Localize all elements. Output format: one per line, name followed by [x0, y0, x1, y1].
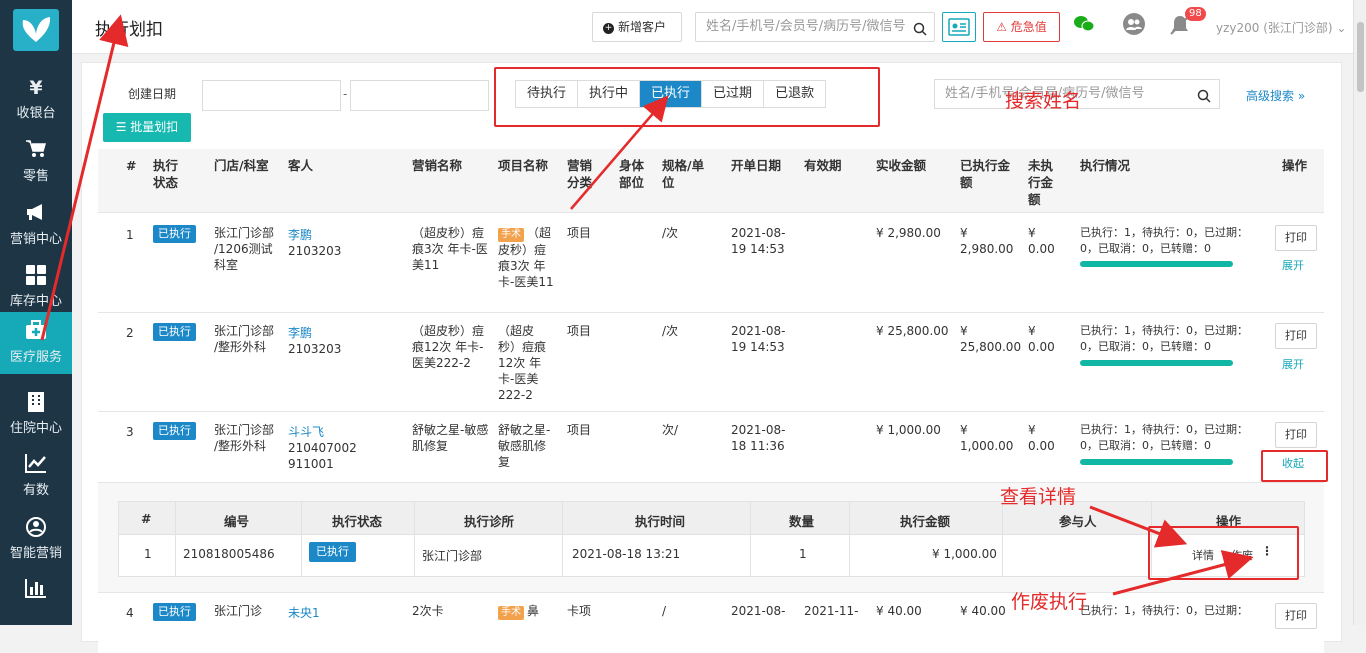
- col-marketing: 营销名称: [412, 158, 463, 173]
- annotation-search-name: 搜索姓名: [1005, 90, 1082, 112]
- status-badge: 已执行: [309, 542, 356, 562]
- surgery-tag: 手术: [498, 606, 524, 620]
- col-paid: 实收金额: [876, 158, 927, 173]
- search-icon[interactable]: [1197, 86, 1211, 114]
- users-icon[interactable]: [1122, 12, 1146, 39]
- detail-table-header: # 编号 执行状态 执行诊所 执行时间 数量 执行金额 参与人 操作: [119, 502, 1304, 535]
- search-icon[interactable]: [913, 19, 927, 47]
- customer-link[interactable]: 李鹏: [288, 325, 312, 341]
- megaphone-icon: [0, 202, 72, 226]
- execution-detail-area: # 编号 执行状态 执行诊所 执行时间 数量 执行金额 参与人 操作 1 210…: [98, 483, 1324, 593]
- page-title: 执行划扣: [95, 20, 163, 40]
- sidebar-item-cashier[interactable]: ¥ 收银台: [0, 68, 72, 130]
- col-body: 身体部位: [619, 158, 645, 190]
- expand-link[interactable]: 展开: [1282, 356, 1304, 372]
- expand-link[interactable]: 展开: [1282, 257, 1304, 273]
- user-menu[interactable]: yzy200 (张江门诊部) ⌄: [1216, 19, 1346, 36]
- yen-icon: ¥: [29, 77, 43, 99]
- status-badge: 已执行: [153, 422, 196, 440]
- warning-icon: ⚠: [996, 20, 1007, 34]
- col-executed: 已执行金额: [960, 158, 1011, 190]
- table-row: 4 已执行 张江门诊 未央1 2次卡 手术鼻 卡项 / 2021-08- 202…: [98, 593, 1324, 653]
- execution-code: 210818005486: [183, 547, 275, 561]
- table-row: 2 已执行 张江门诊部 /整形外科 李鹏 2103203 （超皮秒）痘痕12次 …: [98, 313, 1324, 412]
- sidebar-item-marketing[interactable]: 营销中心: [0, 194, 72, 256]
- grid-icon: [0, 264, 72, 288]
- col-actions: 操作: [1282, 158, 1308, 173]
- sidebar-item-smart-marketing[interactable]: 智能营销: [0, 508, 72, 570]
- col-index: #: [126, 158, 137, 173]
- print-button[interactable]: 打印: [1275, 603, 1317, 629]
- plus-icon: +: [603, 23, 614, 34]
- execution-progress-bar: [1080, 360, 1233, 366]
- customer-link[interactable]: 未央1: [288, 605, 320, 621]
- butterfly-icon: [22, 17, 51, 42]
- table-row: 1 已执行 张江门诊部 /1206测试科室 李鹏 2103203 （超皮秒）痘痕…: [98, 213, 1324, 313]
- print-button[interactable]: 打印: [1275, 323, 1317, 349]
- trend-icon: [0, 453, 72, 477]
- customer-link[interactable]: 李鹏: [288, 227, 312, 243]
- notification-badge: 98: [1185, 7, 1206, 21]
- date-separator: -: [343, 87, 348, 101]
- id-card-button[interactable]: [942, 12, 976, 42]
- col-valid: 有效期: [804, 158, 842, 173]
- double-chevron-down-icon: »: [1297, 89, 1306, 103]
- medical-kit-icon: [0, 320, 72, 344]
- database-icon: ☰: [115, 120, 127, 134]
- actions-highlight-box: [1148, 526, 1299, 580]
- sidebar-item-data[interactable]: 有数: [0, 445, 72, 507]
- status-badge: 已执行: [153, 225, 196, 243]
- start-date-input[interactable]: [202, 80, 341, 111]
- tabs-highlight-box: [494, 67, 880, 127]
- table-header: # 执行状态 门店/科室 客人 营销名称 项目名称 营销分类 身体部位 规格/单…: [98, 149, 1324, 213]
- id-card-icon: [948, 18, 970, 36]
- robot-icon: [0, 516, 72, 540]
- execution-progress-bar: [1080, 261, 1233, 267]
- new-customer-button[interactable]: + 新增客户: [592, 12, 682, 42]
- print-button[interactable]: 打印: [1275, 422, 1317, 448]
- execution-progress-bar: [1080, 459, 1233, 465]
- sidebar: ¥ 收银台 零售 营销中心 库存中心 医疗服务 住院中心 有数 智能营销: [0, 0, 72, 625]
- col-unexecuted: 未执行金额: [1028, 158, 1054, 207]
- table-row: 3 已执行 张江门诊部 /整形外科 斗斗飞 210407002911001 舒敏…: [98, 412, 1324, 483]
- end-date-input[interactable]: [350, 80, 489, 111]
- page-scrollbar[interactable]: [1353, 0, 1366, 625]
- customer-link[interactable]: 斗斗飞: [288, 424, 324, 440]
- building-icon: [0, 391, 72, 415]
- critical-value-button[interactable]: ⚠ 危急值: [983, 12, 1060, 42]
- col-unit: 规格/单位: [662, 158, 705, 190]
- status-badge: 已执行: [153, 323, 196, 341]
- col-project: 项目名称: [498, 158, 549, 173]
- sidebar-item-inpatient[interactable]: 住院中心: [0, 383, 72, 445]
- create-date-label: 创建日期: [128, 87, 177, 101]
- col-date: 开单日期: [731, 158, 782, 173]
- annotation-view-detail: 查看详情: [1000, 486, 1077, 508]
- sidebar-item-medical[interactable]: 医疗服务: [0, 312, 72, 374]
- batch-deduct-button[interactable]: ☰ 批量划扣: [103, 113, 191, 142]
- status-badge: 已执行: [153, 603, 196, 621]
- annotation-void-exec: 作废执行: [1011, 591, 1088, 613]
- bar-chart-icon: [0, 578, 72, 602]
- sidebar-item-retail[interactable]: 零售: [0, 131, 72, 193]
- chevron-down-icon: ⌄: [1336, 21, 1347, 35]
- scrollbar-thumb[interactable]: [1357, 22, 1364, 92]
- header-search-input[interactable]: 姓名/手机号/会员号/病历号/微信号: [695, 12, 935, 42]
- top-header: 执行划扣 + 新增客户 姓名/手机号/会员号/病历号/微信号 ⚠ 危急值 98 y…: [72, 0, 1353, 54]
- sidebar-item-reports[interactable]: [0, 570, 72, 632]
- app-logo[interactable]: [13, 9, 59, 51]
- col-status: 执行状态: [153, 158, 179, 190]
- cart-icon: [0, 139, 72, 163]
- print-button[interactable]: 打印: [1275, 225, 1317, 251]
- execution-detail-table: # 编号 执行状态 执行诊所 执行时间 数量 执行金额 参与人 操作 1 210…: [118, 501, 1305, 577]
- advanced-search-link[interactable]: 高级搜索 »: [1246, 87, 1305, 104]
- surgery-tag: 手术: [498, 228, 524, 242]
- col-store: 门店/科室: [214, 158, 269, 173]
- collapse-highlight-box: [1261, 450, 1328, 482]
- sidebar-item-inventory[interactable]: 库存中心: [0, 256, 72, 318]
- wechat-icon[interactable]: [1073, 14, 1095, 37]
- col-situation: 执行情况: [1080, 158, 1131, 173]
- col-category: 营销分类: [567, 158, 593, 190]
- col-customer: 客人: [288, 158, 314, 173]
